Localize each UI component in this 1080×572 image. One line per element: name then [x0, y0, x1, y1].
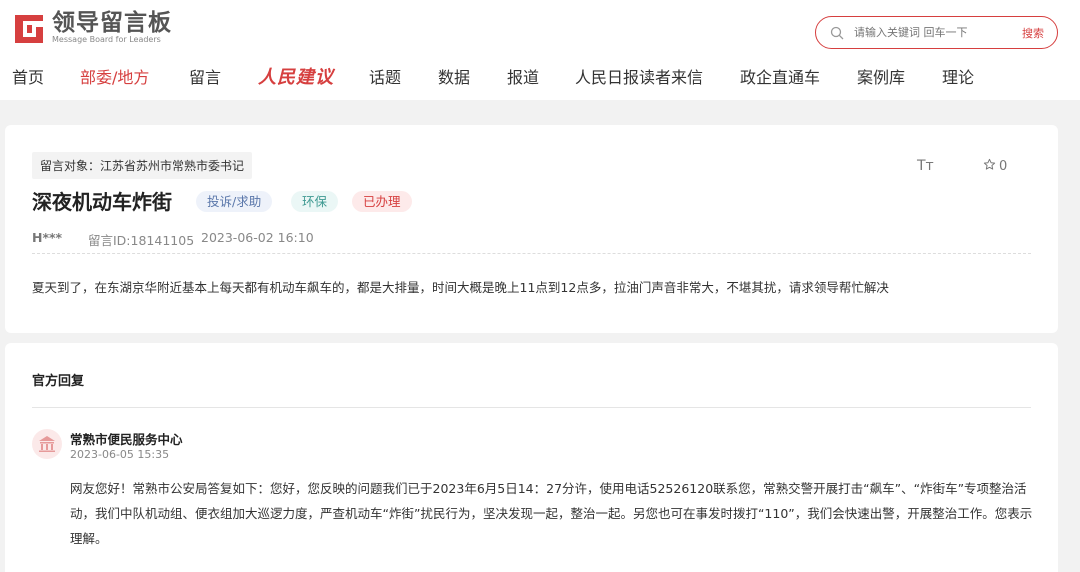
logo-subtitle: Message Board for Leaders [52, 35, 161, 44]
favorite-count: 0 [999, 159, 1008, 174]
font-size-icon[interactable]: Tт [917, 158, 934, 174]
search-button[interactable]: 搜索 [1022, 25, 1044, 41]
nav-messages[interactable]: 留言 [189, 62, 221, 94]
main-nav: 首页 部委/地方 留言 人民建议 话题 数据 报道 人民日报读者来信 政企直通车… [0, 62, 1080, 96]
nav-case-library[interactable]: 案例库 [857, 62, 905, 94]
message-target: 留言对象：江苏省苏州市常熟市委书记 [32, 152, 253, 179]
nav-topics[interactable]: 话题 [369, 62, 401, 94]
tag-field[interactable]: 环保 [291, 191, 339, 212]
nav-theory[interactable]: 理论 [942, 62, 974, 94]
logo-title: 领导留言板 [52, 10, 172, 36]
government-building-icon [39, 436, 55, 452]
message-author: H*** [32, 230, 63, 245]
nav-readers-letters[interactable]: 人民日报读者来信 [575, 62, 703, 94]
nav-people-suggestions[interactable]: 人民建议 [258, 62, 334, 94]
site-logo[interactable]: 领导留言板 Message Board for Leaders [12, 10, 172, 46]
star-icon [983, 158, 996, 175]
message-id: 留言ID:18141105 [88, 233, 195, 248]
reply-datetime: 2023-06-05 15:35 [70, 448, 170, 461]
favorite-button[interactable]: 0 [983, 158, 1007, 175]
status-badge: 已办理 [352, 191, 412, 212]
reply-organization[interactable]: 常熟市便民服务中心 [70, 429, 183, 448]
nav-reports[interactable]: 报道 [507, 62, 539, 94]
message-content: 夏天到了，在东湖京华附近基本上每天都有机动车飙车的，都是大排量，时间大概是晚上1… [32, 280, 889, 295]
nav-ministries-local[interactable]: 部委/地方 [80, 62, 149, 94]
nav-home[interactable]: 首页 [12, 62, 44, 94]
nav-enterprise-express[interactable]: 政企直通车 [740, 62, 820, 94]
logo-mark-icon [12, 11, 46, 45]
nav-data[interactable]: 数据 [438, 62, 470, 94]
message-card: 留言对象：江苏省苏州市常熟市委书记 Tт 0 深夜机动车炸街 投诉/求助 环保 … [5, 125, 1058, 333]
message-title: 深夜机动车炸街 [32, 190, 172, 214]
tag-category[interactable]: 投诉/求助 [196, 191, 273, 212]
avatar [32, 429, 62, 459]
divider [32, 407, 1031, 408]
reply-content: 网友您好！常熟市公安局答复如下：您好，您反映的问题我们已于2023年6月5日14… [70, 481, 1033, 546]
message-datetime: 2023-06-02 16:10 [201, 230, 314, 245]
top-header: 领导留言板 Message Board for Leaders 搜索 首页 部委… [0, 0, 1080, 100]
search-icon[interactable] [822, 18, 852, 48]
search-input[interactable] [854, 26, 1004, 39]
divider [32, 253, 1031, 254]
reply-card: 官方回复 常熟市便民服务中心 2023-06-05 15:35 网友您好！常熟市… [5, 343, 1058, 572]
reply-heading: 官方回复 [32, 374, 85, 389]
search-box: 搜索 [815, 16, 1058, 49]
